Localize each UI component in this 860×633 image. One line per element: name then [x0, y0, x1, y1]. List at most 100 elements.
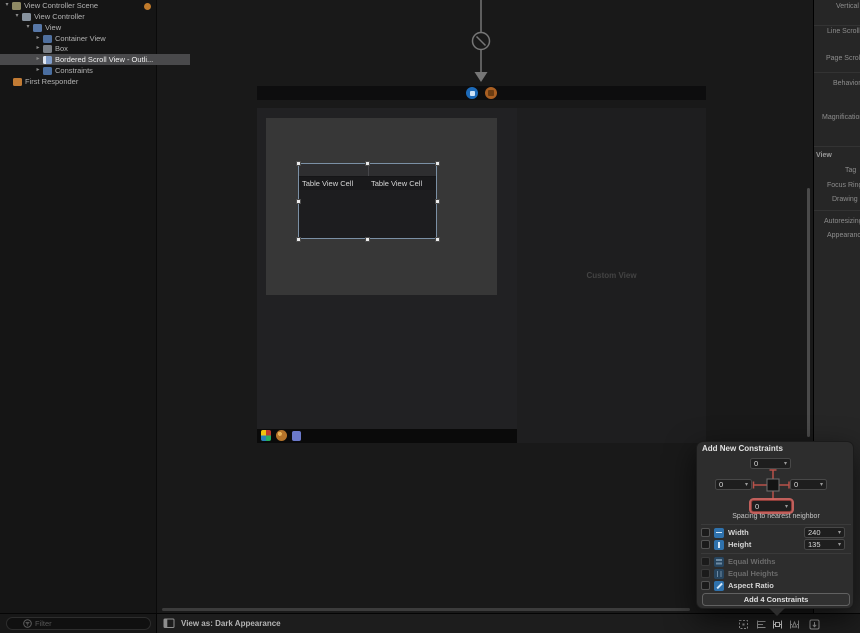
selection-handle-mid-right[interactable] — [435, 199, 440, 204]
first-responder-icon — [13, 78, 22, 86]
canvas-bottom-bar: View as: Dark Appearance — [0, 613, 860, 633]
selection-handle-top-mid[interactable] — [365, 161, 370, 166]
bordered-scroll-view-selected[interactable]: Table View Cell Table View Cell — [298, 163, 437, 239]
bottom-spacing-dropdown-focused[interactable]: 0▾ — [751, 500, 792, 512]
trailing-spacing-value: 0 — [794, 480, 798, 489]
add-constraints-button[interactable]: Add 4 Constraints — [702, 593, 850, 606]
popover-divider — [701, 553, 851, 554]
outline-row-first-responder[interactable]: First Responder — [0, 76, 169, 87]
outline-row-constraints[interactable]: ▸ Constraints — [0, 65, 190, 76]
width-checkbox[interactable] — [701, 528, 710, 537]
disclosure-open-icon[interactable]: ▾ — [3, 0, 11, 11]
outline-row-view-controller[interactable]: ▾ View Controller — [0, 11, 169, 22]
inspector-label-tag: Tag — [845, 167, 856, 174]
width-label: Width — [728, 528, 749, 537]
chevron-down-icon: ▾ — [783, 503, 788, 510]
inspector-divider — [814, 25, 860, 26]
equal-heights-label: Equal Heights — [728, 569, 778, 578]
chevron-down-icon: ▾ — [782, 460, 787, 467]
height-value-dropdown[interactable]: 135▾ — [804, 539, 845, 550]
aspect-ratio-icon — [714, 581, 724, 591]
custom-view[interactable]: Custom View — [517, 108, 706, 443]
canvas-vertical-scrollbar[interactable] — [807, 188, 810, 437]
view-bottom-strip — [257, 429, 517, 443]
selection-handle-bottom-mid[interactable] — [365, 237, 370, 242]
storyboard-entry-arrow[interactable] — [455, 0, 507, 86]
chevron-down-icon: ▾ — [836, 541, 841, 548]
column-divider[interactable] — [368, 164, 369, 176]
inspector-label-magnification: Magnification — [822, 114, 860, 121]
box-icon — [43, 45, 52, 53]
height-constraint-icon — [714, 540, 724, 550]
trailing-spacing-dropdown[interactable]: 0▾ — [790, 479, 827, 490]
disclosure-open-icon[interactable]: ▾ — [13, 11, 21, 22]
disclosure-collapsed-icon[interactable]: ▸ — [34, 65, 42, 76]
aspect-ratio-label: Aspect Ratio — [728, 581, 774, 590]
canvas-horizontal-scrollbar[interactable] — [162, 608, 690, 611]
palette-icon[interactable] — [276, 430, 287, 441]
outline-label: Box — [55, 43, 68, 54]
disclosure-collapsed-icon[interactable]: ▸ — [34, 54, 42, 65]
inspector-divider — [814, 146, 860, 147]
selection-handle-bottom-right[interactable] — [435, 237, 440, 242]
scene-icon — [12, 2, 21, 10]
selection-handle-top-left[interactable] — [296, 161, 301, 166]
table-view-cell-right[interactable]: Table View Cell — [371, 177, 422, 190]
height-checkbox[interactable] — [701, 540, 710, 549]
bottom-spacing-value: 0 — [755, 502, 759, 511]
inspector-label-drawing: Drawing — [832, 196, 858, 203]
outline-label: View Controller Scene — [24, 0, 98, 11]
inspector-section-view: View — [816, 152, 832, 159]
aspect-ratio-checkbox[interactable] — [701, 581, 710, 590]
embed-icon[interactable] — [808, 618, 821, 631]
outline-row-scene[interactable]: ▾ View Controller Scene — [0, 0, 159, 11]
align-icon[interactable] — [755, 618, 768, 631]
outline-row-view[interactable]: ▾ View — [0, 22, 180, 33]
table-view-cell-left[interactable]: Table View Cell — [302, 177, 353, 190]
equal-heights-checkbox[interactable] — [701, 569, 710, 578]
view-icon — [33, 24, 42, 32]
selection-handle-bottom-left[interactable] — [296, 237, 301, 242]
equal-heights-icon — [714, 569, 724, 579]
leading-spacing-dropdown[interactable]: 0▾ — [715, 479, 752, 490]
custom-view-label: Custom View — [586, 271, 636, 280]
outline-row-bordered-scroll-view[interactable]: ▸ Bordered Scroll View - Outli... — [0, 54, 190, 65]
equal-heights-row: Equal Heights — [697, 568, 855, 579]
resolve-issues-icon[interactable] — [788, 618, 801, 631]
inspector-label-autoresizing: Autoresizing — [824, 218, 860, 225]
filter-field[interactable] — [6, 617, 151, 630]
disclosure-open-icon[interactable]: ▾ — [24, 22, 32, 33]
view-controller-dock-icon[interactable] — [466, 87, 478, 99]
leading-spacing-value: 0 — [719, 480, 723, 489]
top-spacing-value: 0 — [754, 459, 758, 468]
selection-handle-top-right[interactable] — [435, 161, 440, 166]
outline-label: Bordered Scroll View - Outli... — [55, 54, 153, 65]
outline-row-box[interactable]: ▸ Box — [0, 43, 190, 54]
document-outline-toggle-icon[interactable] — [163, 618, 175, 629]
color-panel-icon[interactable] — [292, 431, 301, 441]
inspector-label-vertical: Vertical — [836, 3, 859, 10]
equal-widths-checkbox[interactable] — [701, 557, 710, 566]
view-as-button[interactable]: View as: Dark Appearance — [181, 614, 281, 633]
media-library-icon[interactable] — [261, 430, 271, 441]
outline-label: View Controller — [34, 11, 85, 22]
inspector-label-focus-ring: Focus Ring — [827, 182, 860, 189]
aspect-ratio-row: Aspect Ratio — [697, 580, 855, 591]
exit-dock-icon[interactable] — [485, 87, 497, 99]
equal-widths-label: Equal Widths — [728, 557, 775, 566]
inspector-label-appearance: Appearance — [827, 232, 860, 239]
update-frames-icon[interactable] — [737, 618, 750, 631]
spacing-caption: Spacing to nearest neighbor — [697, 513, 855, 520]
popover-divider — [701, 524, 851, 525]
width-value-dropdown[interactable]: 240▾ — [804, 527, 845, 538]
selection-handle-mid-left[interactable] — [296, 199, 301, 204]
inspector-label-page-scroll: Page Scroll — [826, 55, 860, 62]
add-constraints-icon[interactable] — [771, 618, 784, 631]
top-spacing-dropdown[interactable]: 0▾ — [750, 458, 791, 469]
inspector-label-line-scroll: Line Scroll — [827, 28, 860, 35]
container-view-icon — [43, 35, 52, 43]
disclosure-collapsed-icon[interactable]: ▸ — [34, 43, 42, 54]
popover-title: Add New Constraints — [702, 444, 783, 453]
scene-dock — [257, 86, 706, 100]
filter-input[interactable] — [35, 619, 135, 628]
